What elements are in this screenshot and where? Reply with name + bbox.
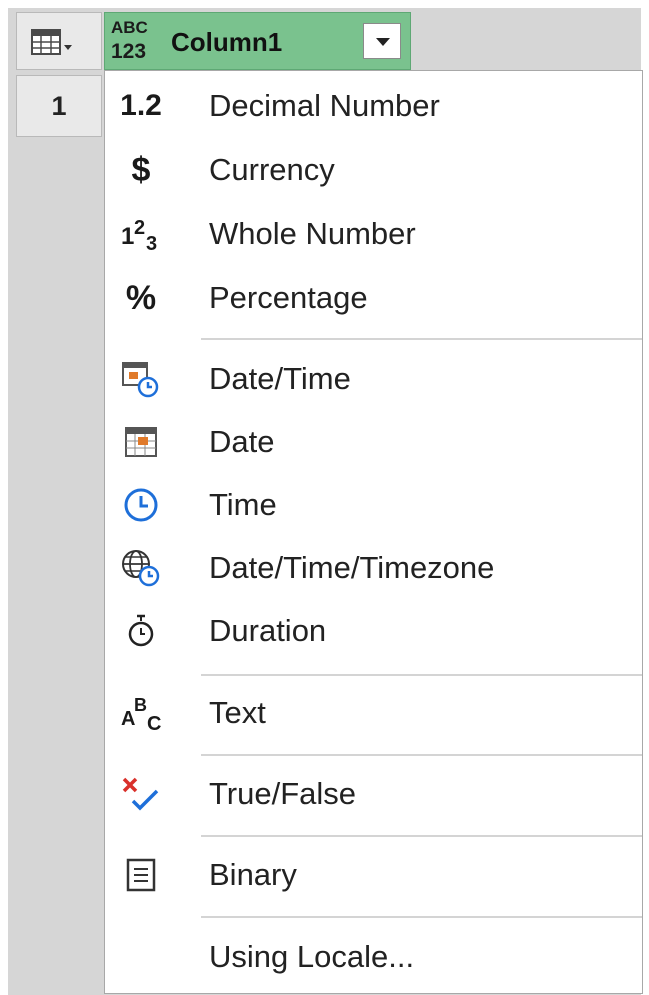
any-type-icon[interactable]: ABC 123 [111, 17, 159, 65]
menu-item-percentage[interactable]: % Percentage [105, 268, 642, 328]
table-icon [31, 29, 72, 55]
column-header[interactable]: ABC 123 Column1 [104, 12, 411, 70]
svg-text:1: 1 [121, 223, 134, 250]
menu-separator [201, 338, 642, 340]
currency-icon: $ [131, 150, 151, 189]
svg-text:3: 3 [146, 233, 157, 254]
data-type-menu: 1.2 Decimal Number $ Currency 1 2 3 Whol… [104, 70, 643, 994]
menu-separator [201, 674, 642, 676]
menu-item-label: Text [209, 695, 266, 730]
menu-item-label: True/False [209, 776, 357, 811]
datetime-icon [113, 349, 169, 409]
menu-item-binary[interactable]: Binary [105, 845, 642, 905]
menu-item-label: Currency [209, 152, 335, 187]
menu-separator [201, 835, 642, 837]
menu-separator [201, 754, 642, 756]
menu-item-currency[interactable]: $ Currency [105, 140, 642, 200]
column-dropdown-button[interactable] [363, 23, 401, 59]
menu-item-decimal-number[interactable]: 1.2 Decimal Number [105, 76, 642, 136]
menu-item-duration[interactable]: Duration [105, 601, 642, 661]
duration-icon [113, 601, 169, 661]
menu-item-label: Time [209, 487, 277, 522]
menu-item-time[interactable]: Time [105, 475, 642, 535]
type-badge-top: ABC [111, 18, 148, 37]
menu-item-label: Binary [209, 857, 297, 892]
percentage-icon: % [125, 278, 157, 317]
menu-item-label: Percentage [209, 280, 368, 315]
svg-text:2: 2 [134, 217, 145, 239]
time-icon [113, 475, 169, 535]
true-false-icon [113, 764, 169, 824]
table-menu-button[interactable] [16, 12, 102, 70]
binary-icon [113, 845, 169, 905]
date-icon [113, 412, 169, 472]
menu-item-label: Date [209, 424, 275, 459]
menu-item-date[interactable]: Date [105, 412, 642, 472]
menu-item-true-false[interactable]: True/False [105, 764, 642, 824]
menu-item-whole-number[interactable]: 1 2 3 Whole Number [105, 204, 642, 264]
svg-text:B: B [134, 695, 147, 715]
menu-item-label: Date/Time [209, 361, 351, 396]
svg-text:C: C [147, 713, 161, 733]
chevron-down-icon [376, 38, 390, 46]
menu-item-date-time-timezone[interactable]: Date/Time/Timezone [105, 538, 642, 598]
menu-item-label: Decimal Number [209, 88, 440, 123]
menu-item-date-time[interactable]: Date/Time [105, 349, 642, 409]
menu-item-using-locale[interactable]: Using Locale... [105, 927, 642, 987]
row-number: 1 [16, 75, 102, 137]
text-icon: A B C [113, 683, 169, 743]
menu-item-label: Whole Number [209, 216, 416, 251]
menu-item-text[interactable]: A B C Text [105, 683, 642, 743]
datetime-timezone-icon [113, 538, 169, 598]
whole-number-icon: 1 2 3 [113, 204, 169, 264]
menu-separator [201, 916, 642, 918]
menu-item-label: Using Locale... [209, 939, 415, 974]
column-name: Column1 [171, 27, 283, 57]
menu-item-label: Duration [209, 613, 327, 648]
menu-item-label: Date/Time/Timezone [209, 550, 495, 585]
decimal-icon: 1.2 [120, 89, 162, 122]
type-badge-bottom: 123 [111, 40, 147, 63]
